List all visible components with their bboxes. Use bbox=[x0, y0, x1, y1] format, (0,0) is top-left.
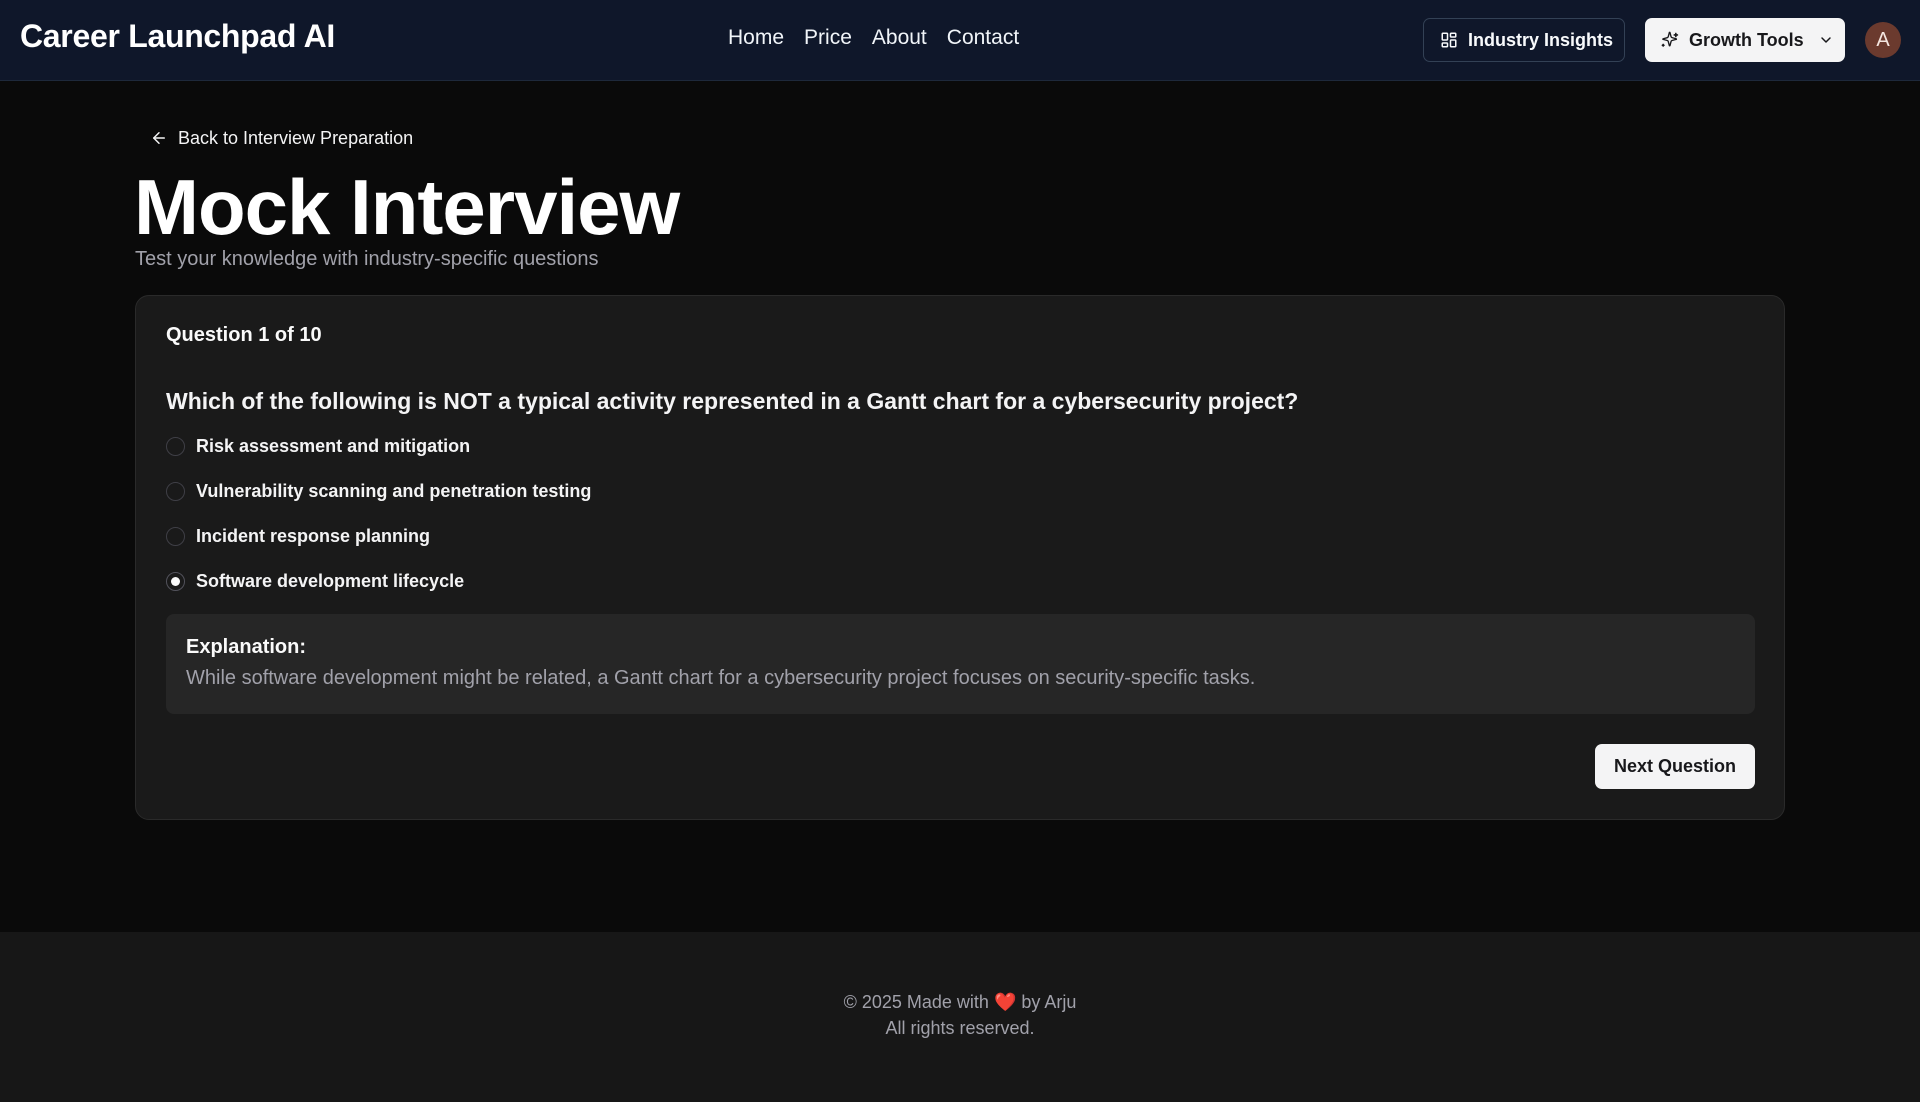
explanation-box: Explanation: While software development … bbox=[166, 614, 1755, 714]
page-title: Mock Interview bbox=[134, 163, 680, 251]
industry-insights-label: Industry Insights bbox=[1468, 29, 1614, 50]
nav-contact[interactable]: Contact bbox=[947, 26, 1019, 54]
page-subtitle: Test your knowledge with industry-specif… bbox=[135, 248, 599, 270]
answer-option[interactable]: Vulnerability scanning and penetration t… bbox=[166, 479, 591, 503]
footer: © 2025 Made with ❤️ by Arju All rights r… bbox=[0, 932, 1920, 1102]
answer-option-label: Risk assessment and mitigation bbox=[196, 435, 471, 456]
answer-options: Risk assessment and mitigation Vulnerabi… bbox=[166, 434, 591, 614]
explanation-text: While software development might be rela… bbox=[186, 667, 1256, 689]
answer-option[interactable]: Incident response planning bbox=[166, 524, 591, 548]
user-avatar[interactable]: A bbox=[1865, 22, 1901, 58]
question-text: Which of the following is NOT a typical … bbox=[166, 388, 1299, 414]
top-navbar: Career Launchpad AI Home Price About Con… bbox=[0, 0, 1920, 81]
growth-tools-dropdown[interactable]: Growth Tools bbox=[1645, 18, 1845, 62]
footer-rights: All rights reserved. bbox=[885, 1018, 1035, 1038]
answer-option-label: Software development lifecycle bbox=[196, 570, 465, 591]
growth-tools-label: Growth Tools bbox=[1689, 29, 1804, 50]
answer-option-label: Vulnerability scanning and penetration t… bbox=[196, 480, 592, 501]
footer-copyright: © 2025 Made with ❤️ by Arju bbox=[0, 992, 1920, 1013]
industry-insights-button[interactable]: Industry Insights bbox=[1423, 18, 1625, 62]
heart-icon: ❤️ bbox=[993, 992, 1017, 1012]
layout-dashboard-icon bbox=[1440, 31, 1458, 49]
nav-home[interactable]: Home bbox=[728, 26, 784, 54]
next-question-button[interactable]: Next Question bbox=[1595, 744, 1755, 789]
brand-logo[interactable]: Career Launchpad AI bbox=[20, 18, 335, 55]
footer-author: by Arju bbox=[1021, 992, 1077, 1012]
footer-copyright-prefix: © 2025 Made with bbox=[843, 992, 989, 1012]
nav-about[interactable]: About bbox=[872, 26, 927, 54]
radio-button-checked[interactable] bbox=[166, 571, 185, 591]
radio-button[interactable] bbox=[166, 436, 185, 456]
main-nav: Home Price About Contact bbox=[728, 26, 1019, 54]
arrow-left-icon bbox=[150, 129, 168, 147]
radio-button[interactable] bbox=[166, 526, 185, 546]
answer-option-selected[interactable]: Software development lifecycle bbox=[166, 569, 591, 593]
radio-button[interactable] bbox=[166, 481, 185, 501]
chevron-down-icon bbox=[1818, 32, 1834, 48]
stars-icon bbox=[1660, 31, 1679, 50]
back-to-interview-prep-link[interactable]: Back to Interview Preparation bbox=[150, 126, 413, 150]
nav-price[interactable]: Price bbox=[804, 26, 852, 54]
answer-option[interactable]: Risk assessment and mitigation bbox=[166, 434, 591, 458]
explanation-title: Explanation: bbox=[186, 636, 307, 658]
quiz-card: Question 1 of 10 Which of the following … bbox=[135, 295, 1785, 820]
back-link-label: Back to Interview Preparation bbox=[178, 127, 414, 148]
answer-option-label: Incident response planning bbox=[196, 525, 431, 546]
question-counter: Question 1 of 10 bbox=[166, 324, 322, 346]
